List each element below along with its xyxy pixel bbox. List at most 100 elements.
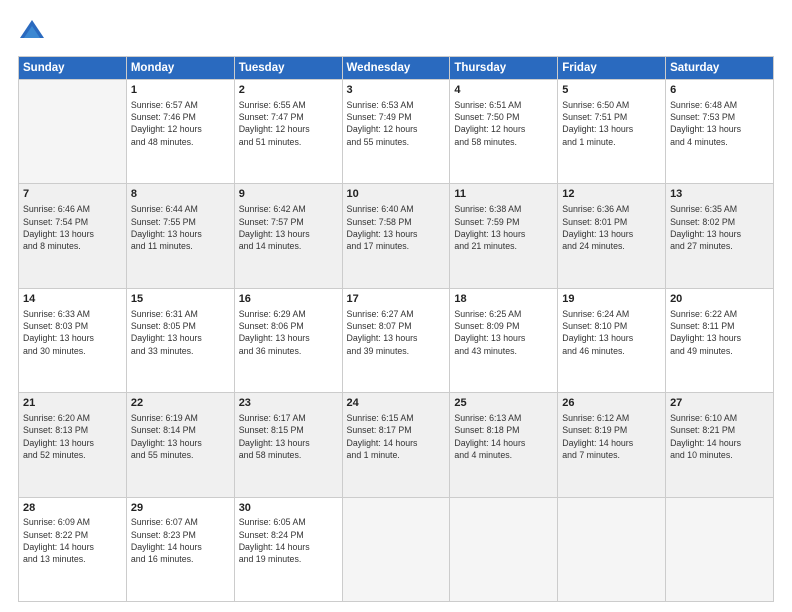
day-info-line: Daylight: 14 hours [23, 541, 122, 553]
day-info-line: Sunset: 8:09 PM [454, 320, 553, 332]
col-monday: Monday [126, 57, 234, 80]
table-row [19, 80, 127, 184]
day-info-line: Daylight: 13 hours [23, 437, 122, 449]
day-info-line: and 55 minutes. [347, 136, 446, 148]
day-info-line: and 52 minutes. [23, 449, 122, 461]
day-info-line: Sunrise: 6:15 AM [347, 412, 446, 424]
day-info-line: Sunrise: 6:50 AM [562, 99, 661, 111]
day-number: 10 [347, 187, 446, 202]
table-row: 29Sunrise: 6:07 AMSunset: 8:23 PMDayligh… [126, 497, 234, 601]
day-info-line: Daylight: 13 hours [562, 123, 661, 135]
table-row: 5Sunrise: 6:50 AMSunset: 7:51 PMDaylight… [558, 80, 666, 184]
day-info-line: Sunrise: 6:10 AM [670, 412, 769, 424]
day-info-line: Daylight: 13 hours [239, 437, 338, 449]
day-info-line: Sunrise: 6:13 AM [454, 412, 553, 424]
day-info-line: and 8 minutes. [23, 240, 122, 252]
day-info-line: and 4 minutes. [454, 449, 553, 461]
day-number: 24 [347, 396, 446, 411]
day-info-line: and 11 minutes. [131, 240, 230, 252]
day-info-line: and 1 minute. [562, 136, 661, 148]
day-number: 6 [670, 83, 769, 98]
day-info-line: Sunset: 8:21 PM [670, 424, 769, 436]
table-row: 13Sunrise: 6:35 AMSunset: 8:02 PMDayligh… [666, 184, 774, 288]
day-info-line: Sunrise: 6:46 AM [23, 203, 122, 215]
day-info-line: Sunset: 7:53 PM [670, 111, 769, 123]
day-info-line: Sunset: 7:49 PM [347, 111, 446, 123]
day-info-line: and 27 minutes. [670, 240, 769, 252]
table-row: 19Sunrise: 6:24 AMSunset: 8:10 PMDayligh… [558, 288, 666, 392]
day-info-line: and 14 minutes. [239, 240, 338, 252]
logo-icon [18, 18, 46, 46]
day-info-line: Sunset: 8:10 PM [562, 320, 661, 332]
day-info-line: and 16 minutes. [131, 553, 230, 565]
header [18, 18, 774, 46]
day-number: 1 [131, 83, 230, 98]
day-info-line: Sunset: 8:19 PM [562, 424, 661, 436]
day-info-line: Daylight: 13 hours [131, 228, 230, 240]
day-info-line: Sunset: 7:58 PM [347, 216, 446, 228]
day-info-line: Sunset: 8:03 PM [23, 320, 122, 332]
day-info-line: Sunset: 7:50 PM [454, 111, 553, 123]
day-number: 29 [131, 501, 230, 516]
day-number: 13 [670, 187, 769, 202]
day-info-line: Sunset: 7:55 PM [131, 216, 230, 228]
table-row: 28Sunrise: 6:09 AMSunset: 8:22 PMDayligh… [19, 497, 127, 601]
day-info-line: Sunset: 8:06 PM [239, 320, 338, 332]
day-number: 20 [670, 292, 769, 307]
day-info-line: and 4 minutes. [670, 136, 769, 148]
day-number: 7 [23, 187, 122, 202]
day-number: 11 [454, 187, 553, 202]
day-info-line: Daylight: 13 hours [454, 332, 553, 344]
table-row [666, 497, 774, 601]
day-number: 27 [670, 396, 769, 411]
day-info-line: Daylight: 13 hours [239, 332, 338, 344]
day-info-line: Sunset: 8:01 PM [562, 216, 661, 228]
day-number: 14 [23, 292, 122, 307]
day-number: 8 [131, 187, 230, 202]
day-info-line: Sunrise: 6:29 AM [239, 308, 338, 320]
day-info-line: Sunrise: 6:48 AM [670, 99, 769, 111]
day-info-line: Sunrise: 6:51 AM [454, 99, 553, 111]
table-row: 11Sunrise: 6:38 AMSunset: 7:59 PMDayligh… [450, 184, 558, 288]
table-row: 26Sunrise: 6:12 AMSunset: 8:19 PMDayligh… [558, 393, 666, 497]
day-number: 25 [454, 396, 553, 411]
day-info-line: Daylight: 13 hours [23, 228, 122, 240]
calendar-table: Sunday Monday Tuesday Wednesday Thursday… [18, 56, 774, 602]
day-info-line: Sunset: 8:24 PM [239, 529, 338, 541]
day-info-line: and 24 minutes. [562, 240, 661, 252]
day-info-line: Sunset: 7:46 PM [131, 111, 230, 123]
day-info-line: Sunrise: 6:31 AM [131, 308, 230, 320]
calendar-week-row: 7Sunrise: 6:46 AMSunset: 7:54 PMDaylight… [19, 184, 774, 288]
day-info-line: Sunrise: 6:07 AM [131, 516, 230, 528]
day-number: 9 [239, 187, 338, 202]
day-info-line: Sunset: 8:15 PM [239, 424, 338, 436]
day-info-line: Sunrise: 6:24 AM [562, 308, 661, 320]
day-info-line: Daylight: 13 hours [562, 228, 661, 240]
table-row [558, 497, 666, 601]
table-row: 7Sunrise: 6:46 AMSunset: 7:54 PMDaylight… [19, 184, 127, 288]
day-info-line: Sunrise: 6:44 AM [131, 203, 230, 215]
day-info-line: Daylight: 12 hours [454, 123, 553, 135]
day-info-line: Sunrise: 6:22 AM [670, 308, 769, 320]
table-row: 23Sunrise: 6:17 AMSunset: 8:15 PMDayligh… [234, 393, 342, 497]
day-info-line: Daylight: 13 hours [454, 228, 553, 240]
calendar-week-row: 1Sunrise: 6:57 AMSunset: 7:46 PMDaylight… [19, 80, 774, 184]
col-friday: Friday [558, 57, 666, 80]
day-info-line: Daylight: 13 hours [347, 332, 446, 344]
day-info-line: Daylight: 14 hours [131, 541, 230, 553]
day-info-line: Daylight: 14 hours [670, 437, 769, 449]
day-info-line: and 48 minutes. [131, 136, 230, 148]
day-info-line: Sunrise: 6:27 AM [347, 308, 446, 320]
day-info-line: Daylight: 13 hours [562, 332, 661, 344]
day-info-line: Sunrise: 6:25 AM [454, 308, 553, 320]
table-row: 15Sunrise: 6:31 AMSunset: 8:05 PMDayligh… [126, 288, 234, 392]
day-info-line: Daylight: 14 hours [454, 437, 553, 449]
table-row: 6Sunrise: 6:48 AMSunset: 7:53 PMDaylight… [666, 80, 774, 184]
day-info-line: Sunrise: 6:12 AM [562, 412, 661, 424]
day-number: 16 [239, 292, 338, 307]
day-info-line: Sunrise: 6:42 AM [239, 203, 338, 215]
day-info-line: and 51 minutes. [239, 136, 338, 148]
day-number: 2 [239, 83, 338, 98]
day-info-line: Sunset: 7:59 PM [454, 216, 553, 228]
day-info-line: Daylight: 12 hours [347, 123, 446, 135]
